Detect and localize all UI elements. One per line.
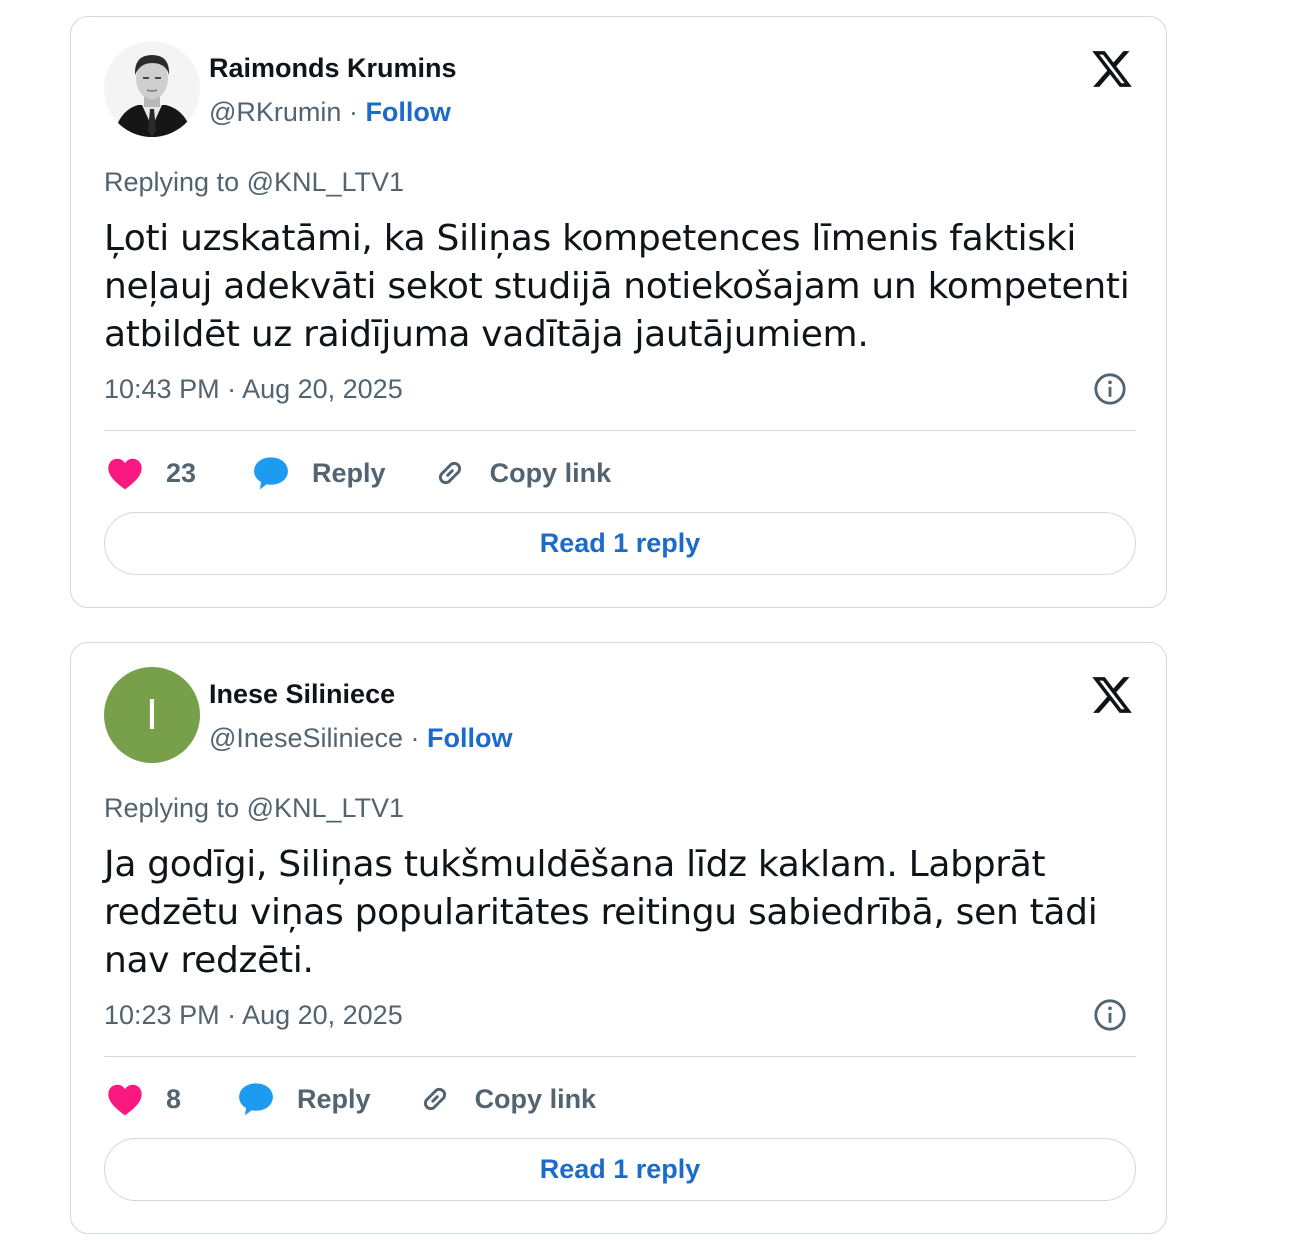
like-count: 23 bbox=[166, 457, 197, 488]
copy-link-button[interactable]: Copy link bbox=[417, 1081, 597, 1117]
separator-dot: · bbox=[403, 723, 428, 753]
reply-label: Reply bbox=[312, 457, 386, 488]
divider bbox=[104, 1056, 1136, 1057]
follow-button[interactable]: Follow bbox=[365, 97, 450, 127]
avatar[interactable] bbox=[104, 41, 200, 137]
timestamp-link[interactable]: 10:43 PM · Aug 20, 2025 bbox=[104, 374, 403, 405]
author-name[interactable]: Inese Siliniece bbox=[209, 679, 395, 710]
tweet-text: Ļoti uzskatāmi, ka Siliņas kompetences l… bbox=[104, 218, 1130, 355]
info-icon[interactable] bbox=[1093, 998, 1127, 1032]
author-name[interactable]: Raimonds Krumins bbox=[209, 53, 457, 84]
read-replies-button[interactable]: Read 1 reply bbox=[104, 1138, 1136, 1201]
handle-line: @IneseSiliniece · Follow bbox=[209, 723, 513, 754]
tweet-card: Raimonds Krumins @RKrumin · Follow Reply… bbox=[70, 16, 1167, 608]
action-bar: 23 Reply Copy link bbox=[106, 451, 611, 495]
reply-button[interactable]: Reply bbox=[237, 1081, 371, 1117]
x-logo-icon[interactable] bbox=[1089, 47, 1135, 91]
read-replies-button[interactable]: Read 1 reply bbox=[104, 512, 1136, 575]
heart-icon bbox=[108, 458, 142, 490]
replying-to: Replying to @KNL_LTV1 bbox=[104, 793, 405, 823]
link-icon bbox=[423, 1087, 446, 1111]
author-handle[interactable]: @RKrumin bbox=[209, 97, 341, 127]
avatar-letter: I bbox=[145, 690, 159, 739]
copy-link-label: Copy link bbox=[489, 457, 612, 488]
tweet-card: I Inese Siliniece @IneseSiliniece · Foll… bbox=[70, 642, 1167, 1234]
author-handle[interactable]: @IneseSiliniece bbox=[209, 723, 403, 753]
x-logo-icon[interactable] bbox=[1089, 673, 1135, 717]
like-button[interactable]: 23 bbox=[106, 456, 196, 490]
reply-bubble-icon bbox=[239, 1083, 273, 1116]
avatar[interactable]: I bbox=[104, 667, 200, 763]
divider bbox=[104, 430, 1136, 431]
handle-line: @RKrumin · Follow bbox=[209, 97, 451, 128]
timestamp-link[interactable]: 10:23 PM · Aug 20, 2025 bbox=[104, 1000, 403, 1031]
like-count: 8 bbox=[166, 1083, 182, 1114]
copy-link-button[interactable]: Copy link bbox=[432, 455, 612, 491]
info-icon[interactable] bbox=[1093, 372, 1127, 406]
heart-icon bbox=[108, 1084, 142, 1116]
reply-button[interactable]: Reply bbox=[252, 455, 386, 491]
link-icon bbox=[438, 461, 461, 485]
follow-button[interactable]: Follow bbox=[427, 723, 512, 753]
reply-bubble-icon bbox=[254, 457, 288, 490]
tweet-text: Ja godīgi, Siliņas tukšmuldēšana līdz ka… bbox=[104, 844, 1098, 981]
like-button[interactable]: 8 bbox=[106, 1082, 181, 1116]
action-bar: 8 Reply Copy link bbox=[106, 1077, 596, 1121]
reply-label: Reply bbox=[297, 1083, 371, 1114]
replying-to: Replying to @KNL_LTV1 bbox=[104, 167, 405, 197]
copy-link-label: Copy link bbox=[474, 1083, 597, 1114]
separator-dot: · bbox=[341, 97, 366, 127]
